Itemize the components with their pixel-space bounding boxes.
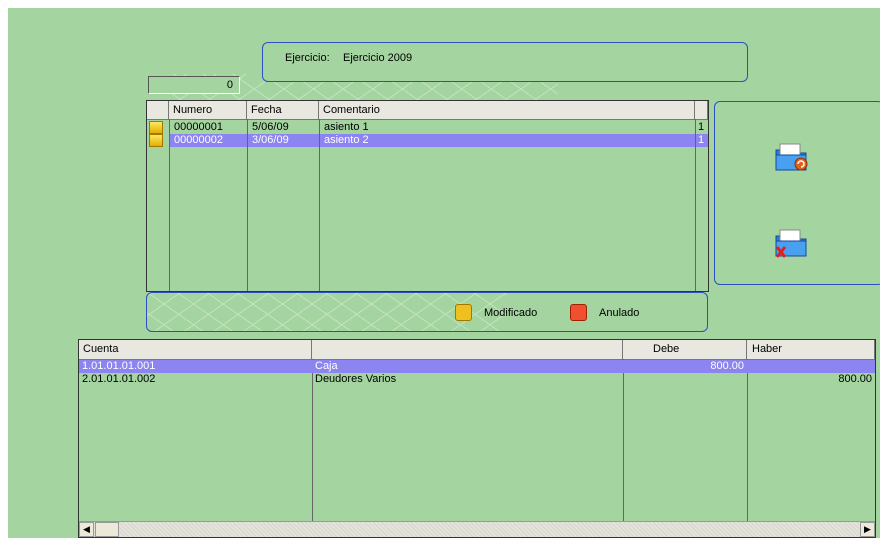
cell-haber [747, 360, 875, 373]
column-header-cuenta[interactable]: Cuenta [79, 340, 312, 359]
cell-numero: 00000002 [170, 134, 247, 147]
cell-fecha: 3/06/09 [248, 134, 319, 147]
legend-modified: Modificado [455, 304, 555, 322]
folder-delete-icon [775, 229, 807, 258]
exercise-value: Ejercicio 2009 [343, 52, 413, 64]
detail-grid[interactable]: Cuenta Debe Haber 1.01.01.01.001 Caja 80… [78, 339, 876, 538]
cell-haber: 800.00 [838, 373, 872, 385]
exercise-panel: Ejercicio: Ejercicio 2009 [262, 42, 748, 82]
cell-numero: 00000001 [174, 121, 223, 133]
actions-panel [714, 101, 880, 285]
app-window: Ejercicio: Ejercicio 2009 0 Numero Fecha… [8, 8, 880, 538]
cell-debe [623, 373, 747, 386]
table-row[interactable]: 00000002 3/06/09 asiento 2 1 [147, 134, 708, 147]
exercise-label: Ejercicio: [285, 52, 330, 64]
cell-nombre: Caja [315, 360, 338, 372]
column-header-flag[interactable] [695, 101, 708, 119]
column-header-numero[interactable]: Numero [169, 101, 247, 119]
background-pattern [147, 293, 507, 331]
cell-cuenta: 2.01.01.01.002 [82, 373, 156, 385]
cell-flag: 1 [696, 134, 708, 147]
cell-comentario: asiento 1 [324, 121, 369, 133]
row-indicator-header [147, 101, 169, 119]
entries-grid-header: Numero Fecha Comentario [147, 101, 708, 120]
cell-debe: 800.00 [710, 360, 744, 372]
column-header-debe[interactable]: Debe [623, 340, 747, 359]
legend-cancelled: Anulado [570, 304, 670, 322]
table-row[interactable]: 2.01.01.01.002 Deudores Varios 800.00 [79, 373, 875, 386]
scroll-right-icon[interactable]: ▶ [860, 522, 875, 537]
scroll-left-icon[interactable]: ◀ [79, 522, 94, 537]
cancelled-swatch-icon [570, 304, 587, 321]
folder-restore-icon [775, 143, 808, 171]
legend-modified-label: Modificado [484, 307, 538, 319]
delete-button[interactable] [772, 226, 812, 260]
record-counter: 0 [148, 76, 240, 94]
column-header-comentario[interactable]: Comentario [319, 101, 695, 119]
column-header-fecha[interactable]: Fecha [247, 101, 319, 119]
legend-panel: Modificado Anulado [146, 292, 708, 332]
restore-button[interactable] [772, 140, 812, 174]
cell-cuenta: 1.01.01.01.001 [82, 360, 156, 372]
table-row[interactable]: 1.01.01.01.001 Caja 800.00 [79, 360, 875, 373]
detail-grid-header: Cuenta Debe Haber [79, 340, 875, 360]
table-row[interactable]: 00000001 5/06/09 asiento 1 1 [147, 121, 708, 134]
cell-fecha: 5/06/09 [252, 121, 289, 133]
cell-nombre: Deudores Varios [315, 373, 397, 385]
cell-comentario: asiento 2 [320, 134, 695, 147]
horizontal-scrollbar[interactable]: ◀ ▶ [79, 521, 875, 537]
entries-grid[interactable]: Numero Fecha Comentario 00000001 5/06/09… [146, 100, 709, 292]
scroll-thumb[interactable] [95, 522, 119, 537]
legend-cancelled-label: Anulado [599, 307, 640, 319]
column-header-descripcion[interactable] [312, 340, 623, 359]
cell-flag: 1 [698, 121, 705, 133]
modified-marker-icon [149, 134, 163, 147]
modified-marker-icon [149, 121, 163, 134]
modified-swatch-icon [455, 304, 472, 321]
column-header-haber[interactable]: Haber [747, 340, 875, 359]
